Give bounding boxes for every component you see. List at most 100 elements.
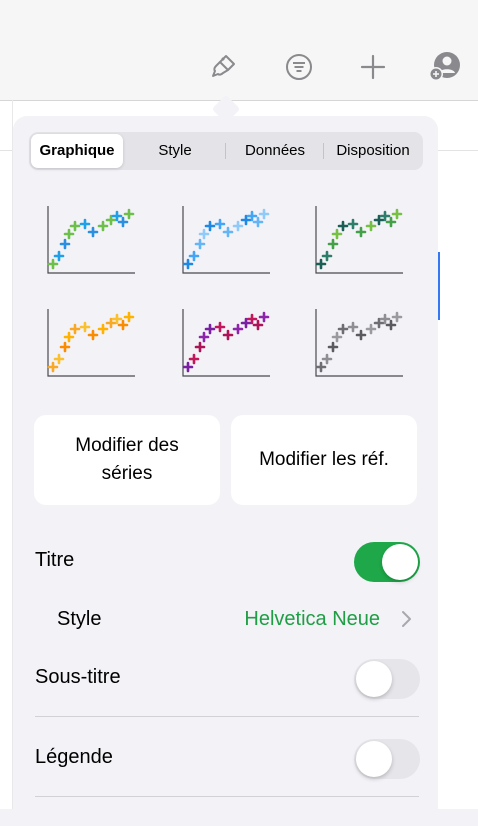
- plus-marker-icon: [214, 321, 226, 333]
- plus-marker-icon: [47, 258, 59, 270]
- plus-marker-icon: [337, 323, 349, 335]
- chart-style-thumbnail[interactable]: [313, 206, 403, 276]
- plus-marker-icon: [123, 208, 135, 220]
- plus-icon[interactable]: [356, 50, 390, 84]
- tab-graphique[interactable]: Graphique: [31, 134, 123, 168]
- plus-marker-icon: [47, 361, 59, 373]
- edit-series-button[interactable]: Modifier des séries: [34, 415, 220, 505]
- plus-marker-icon: [198, 228, 210, 240]
- plus-marker-icon: [79, 321, 91, 333]
- scatter-thumbnail-graphic: [315, 206, 403, 274]
- plus-marker-icon: [53, 353, 65, 365]
- plus-marker-icon: [87, 329, 99, 341]
- plus-marker-icon: [321, 250, 333, 262]
- toggle-knob: [356, 741, 392, 777]
- plus-marker-icon: [188, 250, 200, 262]
- plus-marker-icon: [258, 311, 270, 323]
- plus-marker-icon: [182, 361, 194, 373]
- scatter-thumbnail-graphic: [315, 309, 403, 377]
- plus-marker-icon: [198, 331, 210, 343]
- collaborate-icon[interactable]: [428, 50, 462, 84]
- plus-marker-icon: [117, 319, 129, 331]
- plus-marker-icon: [182, 258, 194, 270]
- edit-references-label: Modifier les réf.: [259, 449, 389, 470]
- scatter-thumbnail-graphic: [47, 309, 135, 377]
- chart-style-thumbnail[interactable]: [45, 206, 135, 276]
- plus-marker-icon: [59, 341, 71, 353]
- scatter-thumbnail-graphic: [47, 206, 135, 274]
- tab-disposition[interactable]: Disposition: [325, 134, 421, 168]
- plus-marker-icon: [63, 331, 75, 343]
- style-row[interactable]: Style Helvetica Neue: [13, 591, 438, 647]
- selection-handle[interactable]: [438, 252, 440, 320]
- plus-marker-icon: [252, 216, 264, 228]
- scatter-thumbnail-graphic: [182, 309, 270, 377]
- plus-marker-icon: [355, 226, 367, 238]
- plus-marker-icon: [355, 329, 367, 341]
- tab-donnees[interactable]: Données: [229, 134, 321, 168]
- row-separator: [35, 716, 419, 717]
- format-tabs: Graphique Style Données Disposition: [29, 132, 423, 170]
- subtitle-label: Sous-titre: [35, 666, 121, 688]
- plus-marker-icon: [63, 228, 75, 240]
- chart-style-thumbnail[interactable]: [180, 309, 270, 379]
- plus-marker-icon: [337, 220, 349, 232]
- edit-series-label: Modifier des séries: [75, 435, 179, 484]
- plus-marker-icon: [385, 216, 397, 228]
- subtitle-row: Sous-titre: [13, 649, 438, 705]
- title-toggle[interactable]: [354, 542, 420, 582]
- plus-marker-icon: [365, 323, 377, 335]
- plus-marker-icon: [204, 323, 216, 335]
- plus-marker-icon: [194, 238, 206, 250]
- filter-icon[interactable]: [282, 50, 316, 84]
- plus-marker-icon: [347, 321, 359, 333]
- plus-marker-icon: [258, 208, 270, 220]
- plus-marker-icon: [97, 323, 109, 335]
- plus-marker-icon: [315, 361, 327, 373]
- tab-style[interactable]: Style: [129, 134, 221, 168]
- title-label: Titre: [35, 549, 75, 571]
- toggle-knob: [356, 661, 392, 697]
- plus-marker-icon: [53, 250, 65, 262]
- plus-marker-icon: [327, 341, 339, 353]
- toolbar: [0, 0, 478, 101]
- plus-marker-icon: [59, 238, 71, 250]
- plus-marker-icon: [347, 218, 359, 230]
- plus-marker-icon: [391, 311, 403, 323]
- chart-style-thumbnail[interactable]: [180, 206, 270, 276]
- plus-marker-icon: [79, 218, 91, 230]
- plus-marker-icon: [194, 341, 206, 353]
- legend-label: Légende: [35, 746, 113, 768]
- plus-marker-icon: [69, 220, 81, 232]
- plus-marker-icon: [315, 258, 327, 270]
- row-separator: [35, 796, 419, 797]
- legend-row: Légende: [13, 729, 438, 785]
- plus-marker-icon: [331, 228, 343, 240]
- plus-marker-icon: [222, 329, 234, 341]
- plus-marker-icon: [232, 220, 244, 232]
- plus-marker-icon: [365, 220, 377, 232]
- subtitle-toggle[interactable]: [354, 659, 420, 699]
- plus-marker-icon: [331, 331, 343, 343]
- plus-marker-icon: [87, 226, 99, 238]
- edit-references-button[interactable]: Modifier les réf.: [231, 415, 417, 505]
- scatter-thumbnail-graphic: [182, 206, 270, 274]
- plus-marker-icon: [123, 311, 135, 323]
- plus-marker-icon: [327, 238, 339, 250]
- format-popover: Graphique Style Données Disposition Modi…: [13, 116, 438, 826]
- tab-divider: [225, 143, 226, 159]
- legend-toggle[interactable]: [354, 739, 420, 779]
- tab-divider: [323, 143, 324, 159]
- chevron-right-icon: [402, 611, 411, 627]
- chart-style-thumbnail[interactable]: [313, 309, 403, 379]
- toggle-knob: [382, 544, 418, 580]
- plus-marker-icon: [204, 220, 216, 232]
- plus-marker-icon: [69, 323, 81, 335]
- plus-marker-icon: [214, 218, 226, 230]
- plus-marker-icon: [321, 353, 333, 365]
- plus-marker-icon: [97, 220, 109, 232]
- style-label: Style: [57, 608, 102, 630]
- paintbrush-icon[interactable]: [206, 50, 240, 84]
- chart-style-thumbnail[interactable]: [45, 309, 135, 379]
- font-style-value: Helvetica Neue: [244, 608, 380, 630]
